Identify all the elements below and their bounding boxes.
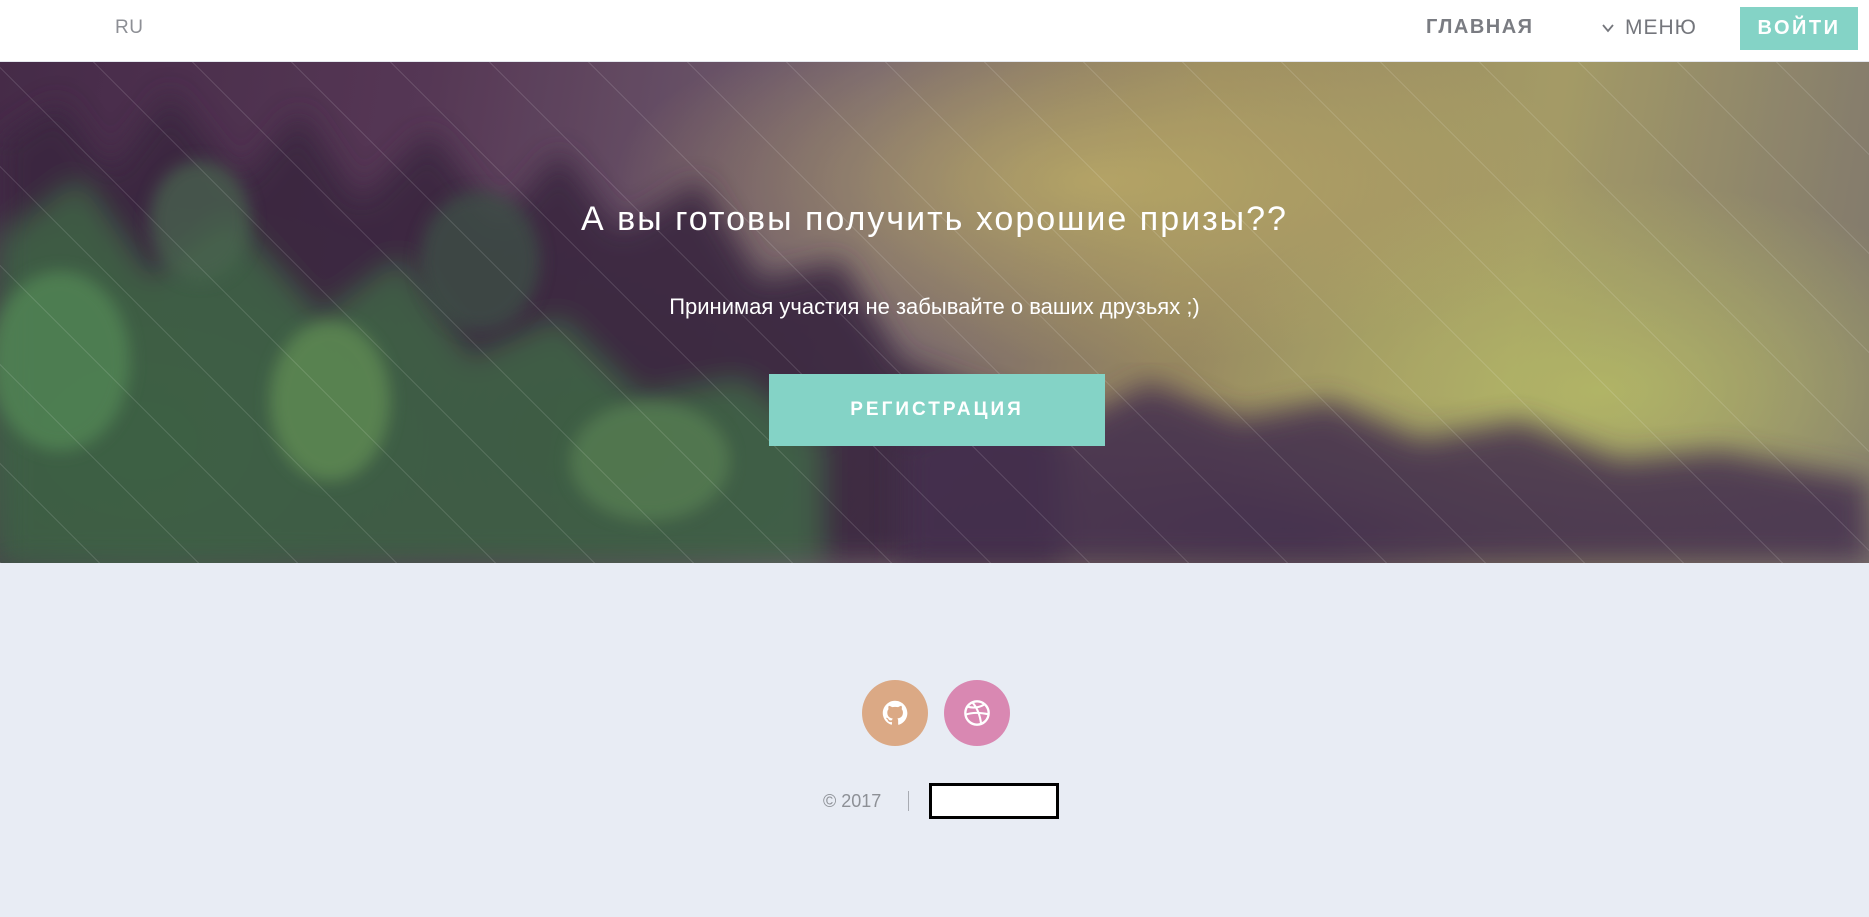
nav-menu-dropdown[interactable]: МЕНЮ (1600, 16, 1697, 40)
brand-logo[interactable]: RU (115, 17, 143, 39)
hero-section: А вы готовы получить хорошие призы?? При… (0, 61, 1869, 563)
nav-menu-label: МЕНЮ (1625, 16, 1697, 39)
login-button[interactable]: ВОЙТИ (1740, 7, 1858, 50)
dribbble-link[interactable] (944, 680, 1010, 746)
github-link[interactable] (862, 680, 928, 746)
footer-divider (908, 791, 909, 811)
register-button[interactable]: РЕГИСТРАЦИЯ (769, 374, 1105, 446)
nav-home-link[interactable]: ГЛАВНАЯ (1426, 16, 1534, 39)
copyright-text: © 2017 (823, 791, 882, 811)
footer: © 2017 (0, 563, 1869, 917)
dribbble-icon (964, 700, 990, 726)
chevron-down-icon (1602, 24, 1614, 33)
github-icon (882, 700, 908, 725)
hero-subtitle: Принимая участия не забывайте о ваших др… (669, 294, 1200, 319)
footer-link-box[interactable] (929, 783, 1059, 819)
hero-title: А вы готовы получить хорошие призы?? (581, 200, 1288, 238)
top-navbar: RU ГЛАВНАЯ МЕНЮ ВОЙТИ (0, 0, 1869, 62)
